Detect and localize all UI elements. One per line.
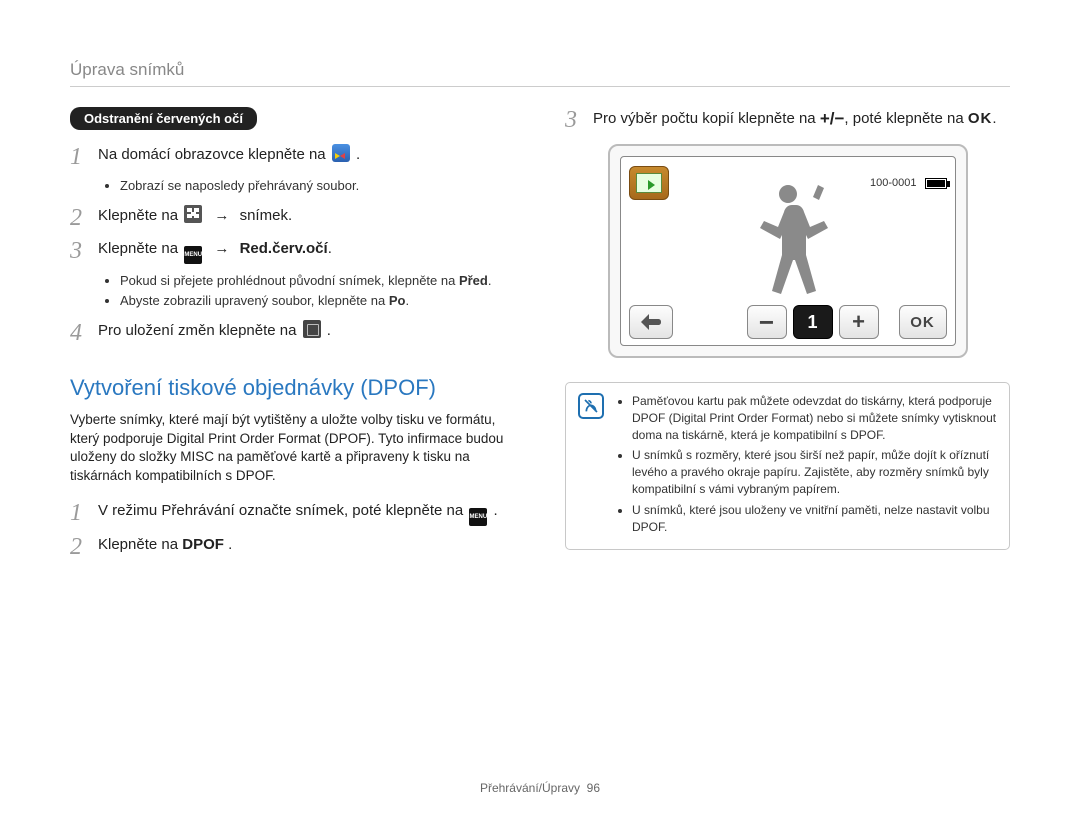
- note-bullet: U snímků, které jsou uloženy ve vnitřní …: [632, 502, 997, 536]
- step-text: Pro výběr počtu kopií klepněte na: [593, 110, 820, 127]
- step-text: Klepněte na: [98, 207, 182, 224]
- lcd-file-number: 100-0001: [870, 177, 917, 189]
- note-bullet: Paměťovou kartu pak můžete odevzdat do t…: [632, 393, 997, 443]
- menu-icon: MENU: [469, 508, 487, 526]
- lcd-back-button[interactable]: [629, 305, 673, 339]
- album-icon: [332, 144, 350, 162]
- step-text: .: [992, 110, 996, 127]
- section-paragraph: Vyberte snímky, které mají být vytištěny…: [70, 411, 515, 487]
- lcd-album-button[interactable]: [629, 166, 669, 200]
- subsection-pill: Odstranění červených očí: [70, 107, 257, 130]
- page-footer: Přehrávání/Úpravy 96: [0, 781, 1080, 795]
- step-text-bold: DPOF: [182, 536, 224, 553]
- plus-minus-icon: +/−: [820, 109, 845, 128]
- lcd-minus-button[interactable]: −: [747, 305, 787, 339]
- step-number: 3: [70, 238, 98, 263]
- dpof-step-2: 2 Klepněte na DPOF .: [70, 534, 515, 559]
- step-number: 2: [70, 205, 98, 230]
- battery-icon: [925, 178, 947, 189]
- step-text-bold: Red.červ.očí: [240, 240, 328, 257]
- step-text: Klepněte na: [98, 536, 182, 553]
- step-text: Klepněte na: [98, 240, 182, 257]
- section-title-dpof: Vytvoření tiskové objednávky (DPOF): [70, 375, 515, 401]
- ok-label-inline: OK: [968, 110, 993, 127]
- arrow-icon: →: [214, 240, 229, 257]
- dpof-step-3: 3 Pro výběr počtu kopií klepněte na +/−,…: [565, 107, 1010, 132]
- step-number: 1: [70, 500, 98, 525]
- step-text: .: [328, 240, 332, 257]
- step-text: .: [228, 536, 232, 553]
- menu-icon: MENU: [184, 246, 202, 264]
- info-note-box: Paměťovou kartu pak můžete odevzdat do t…: [565, 382, 1010, 550]
- step-bullet: Abyste zobrazili upravený soubor, klepně…: [120, 292, 515, 310]
- note-bullet: U snímků s rozměry, které jsou širší než…: [632, 447, 997, 497]
- step-text: .: [327, 322, 331, 339]
- lcd-plus-button[interactable]: +: [839, 305, 879, 339]
- step-text: V režimu Přehrávání označte snímek, poté…: [98, 502, 467, 519]
- dpof-step-1: 1 V režimu Přehrávání označte snímek, po…: [70, 500, 515, 526]
- info-icon: [578, 393, 604, 419]
- step-text: .: [494, 502, 498, 519]
- person-silhouette: [728, 179, 848, 304]
- page-title: Úprava snímků: [70, 60, 1010, 87]
- lcd-copy-count: 1: [793, 305, 833, 339]
- arrow-icon: →: [214, 207, 229, 224]
- redeye-step-4: 4 Pro uložení změn klepněte na .: [70, 320, 515, 345]
- step-number: 2: [70, 534, 98, 559]
- save-icon: [303, 320, 321, 338]
- step-text: .: [356, 146, 360, 163]
- step-text: snímek.: [240, 207, 293, 224]
- play-icon: [648, 180, 655, 190]
- redeye-step-1: 1 Na domácí obrazovce klepněte na .: [70, 144, 515, 169]
- left-column: Odstranění červených očí 1 Na domácí obr…: [70, 107, 515, 567]
- step-text: Na domácí obrazovce klepněte na: [98, 146, 330, 163]
- step-bullet: Zobrazí se naposledy přehrávaný soubor.: [120, 177, 515, 195]
- redeye-step-2: 2 Klepněte na → snímek.: [70, 205, 515, 230]
- step-number: 3: [565, 107, 593, 132]
- redeye-step-3: 3 Klepněte na MENU → Red.červ.očí.: [70, 238, 515, 264]
- step-text: , poté klepněte na: [844, 110, 967, 127]
- step-number: 4: [70, 320, 98, 345]
- step-text: Pro uložení změn klepněte na: [98, 322, 301, 339]
- lcd-ok-button[interactable]: OK: [899, 305, 947, 339]
- step-bullet: Pokud si přejete prohlédnout původní sní…: [120, 272, 515, 290]
- camera-lcd-mock: 100-0001: [608, 144, 968, 358]
- thumbnail-icon: [184, 205, 202, 223]
- step-number: 1: [70, 144, 98, 169]
- right-column: 3 Pro výběr počtu kopií klepněte na +/−,…: [565, 107, 1010, 567]
